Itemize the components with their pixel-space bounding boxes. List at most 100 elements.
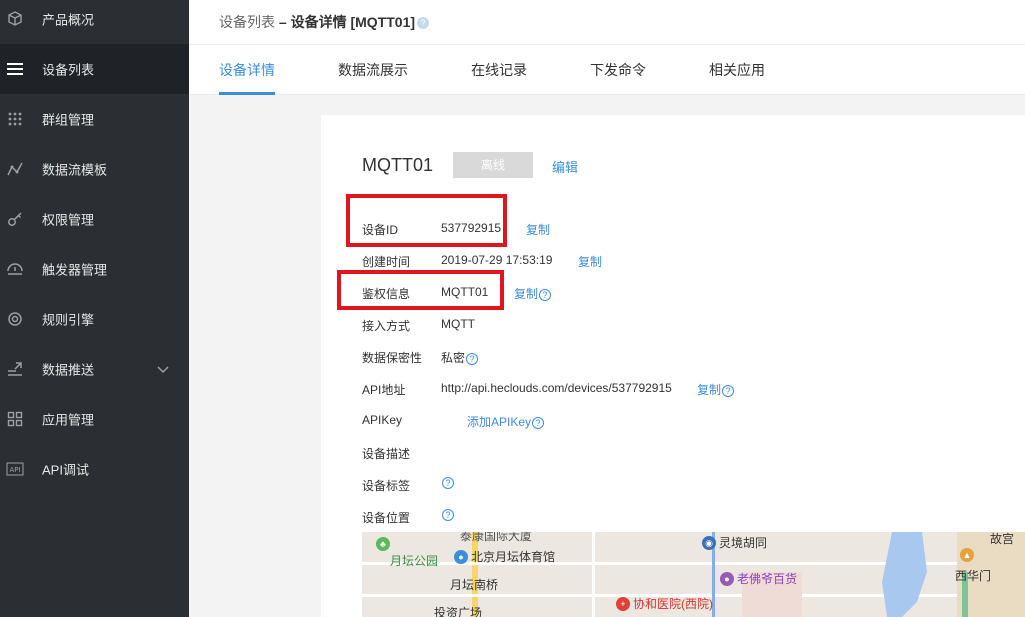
sidebar-item-label: 应用管理 xyxy=(42,412,95,428)
grid-dots-icon xyxy=(6,110,24,128)
device-description-label: 设备描述 xyxy=(362,447,411,461)
apikey-label: APIKey xyxy=(362,413,403,427)
sidebar: 产品概况 设备列表 群组管理 数据流模板 权限管理 触发器管理 规则引擎 数据推… xyxy=(0,0,189,617)
tab-bar: 设备详情 数据流展示 在线记录 下发命令 相关应用 xyxy=(189,44,1025,95)
sidebar-item-overview[interactable]: 产品概况 xyxy=(0,0,189,44)
map-label: 月坛公园 xyxy=(390,554,439,568)
sidebar-item-label: 触发器管理 xyxy=(42,262,108,278)
sidebar-item-device-list[interactable]: 设备列表 xyxy=(0,44,189,94)
stadium-icon: ● xyxy=(454,549,468,564)
tab-device-detail[interactable]: 设备详情 xyxy=(219,45,275,95)
landmark-icon: ▲ xyxy=(960,548,974,562)
tab-related-apps[interactable]: 相关应用 xyxy=(709,45,765,95)
device-tags-label: 设备标签 xyxy=(362,479,411,493)
breadcrumb-current: 设备详情 [MQTT01] xyxy=(290,14,416,30)
device-name: MQTT01 xyxy=(362,155,434,175)
sidebar-item-rule-engine[interactable]: 规则引擎 xyxy=(0,294,189,344)
sidebar-item-label: 权限管理 xyxy=(42,212,95,228)
breadcrumb-parent[interactable]: 设备列表 xyxy=(219,14,275,30)
api-address-value: http://api.heclouds.com/devices/53779291… xyxy=(441,381,672,395)
add-apikey-link[interactable]: 添加APIKey xyxy=(467,415,531,429)
sidebar-item-label: 规则引擎 xyxy=(42,312,95,328)
help-icon[interactable]: ? xyxy=(722,384,735,397)
copy-device-id-link[interactable]: 复制 xyxy=(526,221,550,238)
map-poi: ● 北京月坛体育馆 xyxy=(454,548,555,565)
device-location-label: 设备位置 xyxy=(362,511,411,525)
breadcrumb: 设备列表 – 设备详情 [MQTT01]? xyxy=(219,12,430,32)
tab-online-records[interactable]: 在线记录 xyxy=(471,45,527,95)
sidebar-item-label: API调试 xyxy=(42,462,89,478)
chevron-down-icon[interactable] xyxy=(157,363,169,375)
map-label: 故宫 xyxy=(990,532,1015,546)
status-badge: 离线 xyxy=(453,152,533,178)
cube-icon xyxy=(6,10,24,28)
edit-link[interactable]: 编辑 xyxy=(552,157,578,176)
copy-auth-group: 复制? xyxy=(514,285,552,302)
add-apikey-group: 添加APIKey? xyxy=(467,413,545,430)
active-tab-indicator xyxy=(219,92,275,95)
subway-icon: ◉ xyxy=(702,535,716,550)
key-icon xyxy=(6,210,24,228)
data-privacy-value: 私密 xyxy=(441,351,466,365)
created-time-value: 2019-07-29 17:53:19 xyxy=(441,253,553,267)
menu-icon xyxy=(6,60,24,78)
trigger-icon xyxy=(6,260,24,278)
map-label: 灵境胡同 xyxy=(719,536,768,550)
copy-created-time-link[interactable]: 复制 xyxy=(578,253,602,270)
sidebar-item-app-management[interactable]: 应用管理 xyxy=(0,394,189,444)
park-icon: ♣ xyxy=(376,537,390,551)
highlight-box-device-id xyxy=(346,194,507,247)
help-icon[interactable]: ? xyxy=(466,352,479,365)
sidebar-item-triggers[interactable]: 触发器管理 xyxy=(0,244,189,294)
access-method-value: MQTT xyxy=(441,317,475,331)
access-method-label: 接入方式 xyxy=(362,319,411,333)
map-poi: ● 老佛爷百货 xyxy=(720,570,797,587)
map-label: 协和医院(西院) xyxy=(633,597,713,611)
map-poi: ▲ xyxy=(960,548,977,562)
copy-auth-link[interactable]: 复制 xyxy=(514,287,538,301)
sidebar-item-groups[interactable]: 群组管理 xyxy=(0,94,189,144)
data-privacy-value-group: 私密? xyxy=(441,349,479,366)
svg-text:API: API xyxy=(9,466,20,474)
map-poi: + 协和医院(西院) xyxy=(616,595,713,612)
sidebar-item-permissions[interactable]: 权限管理 xyxy=(0,194,189,244)
help-icon[interactable]: ? xyxy=(442,477,454,489)
sidebar-item-label: 产品概况 xyxy=(42,12,95,28)
sidebar-item-label: 群组管理 xyxy=(42,112,95,128)
sidebar-item-datastream-template[interactable]: 数据流模板 xyxy=(0,144,189,194)
line-chart-icon xyxy=(6,160,24,178)
location-map[interactable]: 泰康国际大厦 ♣ 月坛公园 ● 北京月坛体育馆 月坛南桥 投资广场 ◉ 灵境胡同 ●… xyxy=(362,532,1025,617)
map-poi: ◉ 灵境胡同 xyxy=(702,534,767,551)
copy-api-address-link[interactable]: 复制 xyxy=(697,383,721,397)
map-label: 老佛爷百货 xyxy=(737,572,798,586)
help-icon[interactable]: ? xyxy=(417,17,430,30)
data-privacy-label: 数据保密性 xyxy=(362,351,423,365)
sidebar-item-label: 数据推送 xyxy=(42,362,95,378)
rule-engine-icon xyxy=(6,310,24,328)
hospital-icon: + xyxy=(616,596,630,611)
sidebar-item-label: 设备列表 xyxy=(42,62,95,78)
api-icon: API xyxy=(6,460,24,478)
map-label: 泰康国际大厦 xyxy=(460,532,533,543)
tab-send-command[interactable]: 下发命令 xyxy=(590,45,646,95)
map-label: 投资广场 xyxy=(434,606,483,617)
page-header: 设备列表 – 设备详情 [MQTT01]? xyxy=(189,0,1025,44)
sidebar-item-label: 数据流模板 xyxy=(42,162,108,178)
map-poi: ♣ xyxy=(376,537,393,551)
highlight-box-auth-info xyxy=(337,270,504,310)
sidebar-item-api-debug[interactable]: API API调试 xyxy=(0,444,189,494)
map-label: 北京月坛体育馆 xyxy=(471,550,556,564)
api-address-label: API地址 xyxy=(362,383,406,397)
help-icon[interactable]: ? xyxy=(539,288,552,301)
shopping-icon: ● xyxy=(720,571,734,586)
push-icon xyxy=(6,360,24,378)
help-icon[interactable]: ? xyxy=(532,416,545,429)
map-label: 月坛南桥 xyxy=(450,578,499,592)
copy-api-group: 复制? xyxy=(697,381,735,398)
help-icon[interactable]: ? xyxy=(442,509,454,521)
tab-datastream[interactable]: 数据流展示 xyxy=(338,45,408,95)
sidebar-item-data-push[interactable]: 数据推送 xyxy=(0,344,189,394)
created-time-label: 创建时间 xyxy=(362,255,411,269)
breadcrumb-separator: – xyxy=(275,14,291,30)
apps-grid-icon xyxy=(6,410,24,428)
